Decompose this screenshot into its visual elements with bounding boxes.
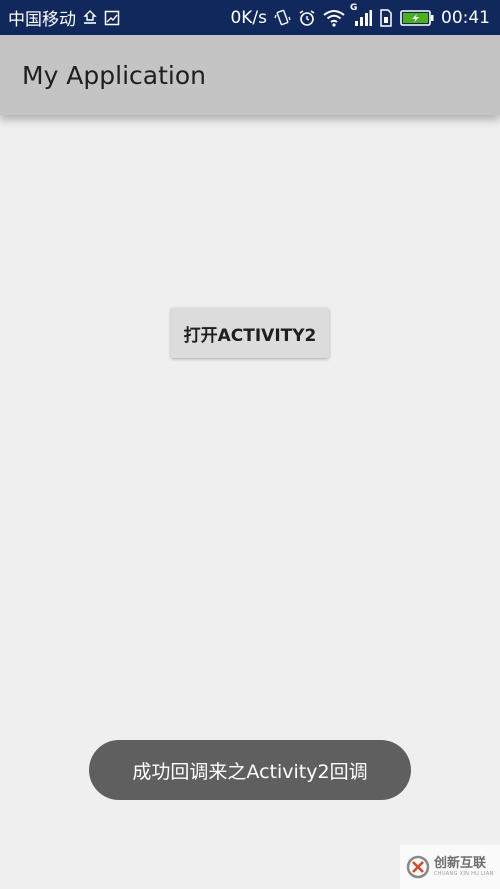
network-type: G (350, 2, 358, 13)
status-bar-left: 中国移动 (8, 5, 120, 30)
signal-icon: G (350, 3, 372, 27)
watermark: 创新互联 CHUANG XIN HU LIAN (400, 845, 500, 889)
app-bar: My Application (0, 35, 500, 115)
net-speed: 0K/s (230, 7, 267, 28)
watermark-text: 创新互联 CHUANG XIN HU LIAN (434, 857, 494, 877)
wifi-icon (323, 9, 345, 27)
sim-icon (379, 8, 393, 27)
vibrate-icon (274, 9, 291, 26)
image-icon (104, 10, 120, 26)
open-activity2-button[interactable]: 打开ACTIVITY2 (171, 308, 329, 358)
toast-message: 成功回调来之Activity2回调 (89, 740, 411, 800)
screen: 中国移动 0K/s G 00:41 My Application 打开ACTIV… (0, 0, 500, 889)
app-title: My Application (22, 60, 206, 90)
alarm-icon (298, 9, 316, 27)
watermark-name: 创新互联 (434, 856, 487, 871)
watermark-subtitle: CHUANG XIN HU LIAN (434, 871, 494, 877)
clock-time: 00:41 (441, 7, 490, 28)
usb-icon (82, 9, 98, 26)
carrier-name: 中国移动 (8, 10, 76, 30)
status-bar: 中国移动 0K/s G 00:41 (0, 0, 500, 35)
watermark-logo-icon (406, 855, 430, 879)
status-bar-right: 0K/s G 00:41 (230, 3, 490, 28)
toast-text: 成功回调来之Activity2回调 (132, 760, 368, 783)
battery-charging-icon (400, 9, 434, 27)
